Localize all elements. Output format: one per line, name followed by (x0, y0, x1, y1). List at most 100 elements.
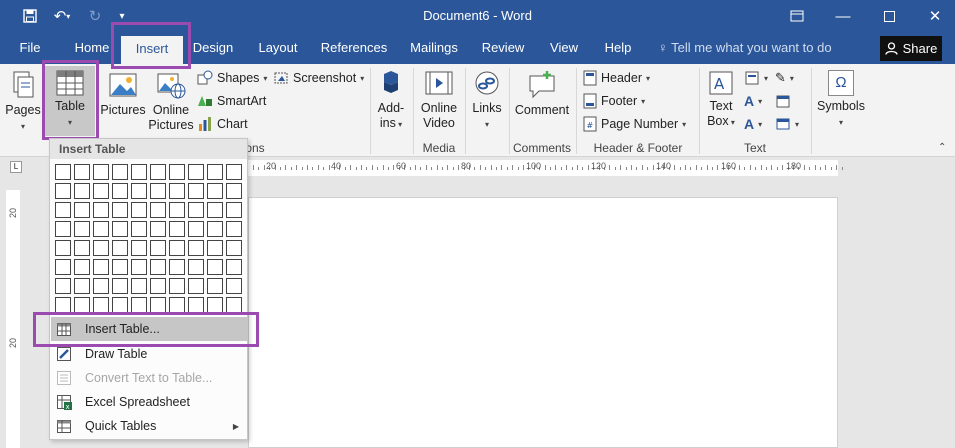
tab-help[interactable]: Help (600, 32, 636, 64)
grid-cell[interactable] (188, 164, 204, 180)
grid-cell[interactable] (207, 278, 223, 294)
grid-cell[interactable] (150, 297, 166, 313)
screenshot-button[interactable]: Screenshot ▾ (273, 70, 364, 86)
grid-cell[interactable] (74, 297, 90, 313)
date-time-button[interactable] (775, 93, 791, 109)
grid-cell[interactable] (55, 221, 71, 237)
grid-cell[interactable] (55, 297, 71, 313)
footer-button[interactable]: Footer ▾ (583, 93, 645, 109)
page-number-button[interactable]: # Page Number ▾ (583, 116, 686, 132)
tab-selector[interactable]: L (10, 161, 22, 173)
share-button[interactable]: Share (880, 36, 942, 61)
grid-cell[interactable] (188, 202, 204, 218)
grid-cell[interactable] (74, 221, 90, 237)
grid-cell[interactable] (131, 259, 147, 275)
grid-cell[interactable] (93, 240, 109, 256)
grid-cell[interactable] (207, 202, 223, 218)
grid-cell[interactable] (131, 164, 147, 180)
comment-button[interactable]: Comment (512, 70, 572, 118)
grid-cell[interactable] (74, 240, 90, 256)
grid-cell[interactable] (207, 240, 223, 256)
grid-cell[interactable] (207, 183, 223, 199)
grid-cell[interactable] (226, 221, 242, 237)
grid-cell[interactable] (150, 183, 166, 199)
grid-cell[interactable] (131, 202, 147, 218)
tell-me-search[interactable]: ♀ Tell me what you want to do (658, 32, 832, 64)
grid-cell[interactable] (93, 183, 109, 199)
grid-cell[interactable] (169, 164, 185, 180)
grid-cell[interactable] (131, 278, 147, 294)
collapse-ribbon-icon[interactable]: ⌃ (938, 142, 946, 153)
grid-cell[interactable] (169, 297, 185, 313)
grid-cell[interactable] (226, 240, 242, 256)
grid-cell[interactable] (93, 164, 109, 180)
online-video-button[interactable]: Online Video (416, 70, 462, 131)
wordart-button[interactable]: A ▾ (744, 93, 762, 109)
grid-cell[interactable] (188, 259, 204, 275)
grid-cell[interactable] (112, 240, 128, 256)
grid-cell[interactable] (55, 183, 71, 199)
grid-cell[interactable] (74, 164, 90, 180)
convert-text-to-table-item[interactable]: Convert Text to Table... (51, 366, 247, 390)
vertical-ruler[interactable]: 20 20 (6, 190, 20, 448)
grid-cell[interactable] (131, 297, 147, 313)
tab-review[interactable]: Review (479, 32, 527, 64)
grid-cell[interactable] (169, 259, 185, 275)
grid-cell[interactable] (112, 278, 128, 294)
grid-cell[interactable] (150, 164, 166, 180)
grid-cell[interactable] (207, 297, 223, 313)
grid-cell[interactable] (169, 240, 185, 256)
tab-references[interactable]: References (319, 32, 389, 64)
grid-cell[interactable] (112, 259, 128, 275)
online-pictures-button[interactable]: Online Pictures (148, 70, 194, 133)
grid-cell[interactable] (55, 240, 71, 256)
grid-cell[interactable] (226, 202, 242, 218)
drop-cap-button[interactable]: A ▾ (744, 116, 762, 132)
close-icon[interactable]: ✕ (912, 0, 955, 32)
grid-cell[interactable] (150, 278, 166, 294)
chart-button[interactable]: Chart (197, 116, 248, 132)
grid-cell[interactable] (188, 297, 204, 313)
grid-cell[interactable] (226, 259, 242, 275)
grid-cell[interactable] (131, 183, 147, 199)
grid-cell[interactable] (226, 164, 242, 180)
horizontal-ruler[interactable]: 20 40 60 80 100 120 140 160 180 (248, 160, 843, 176)
grid-cell[interactable] (55, 259, 71, 275)
tab-view[interactable]: View (544, 32, 584, 64)
grid-cell[interactable] (169, 183, 185, 199)
pages-button[interactable]: Pages ▾ (4, 70, 42, 134)
grid-cell[interactable] (131, 221, 147, 237)
header-button[interactable]: Header ▾ (583, 70, 650, 86)
document-page[interactable] (248, 197, 838, 448)
signature-line-button[interactable]: ✎ ▾ (775, 70, 794, 86)
tab-layout[interactable]: Layout (253, 32, 303, 64)
grid-cell[interactable] (226, 297, 242, 313)
grid-cell[interactable] (169, 202, 185, 218)
smartart-button[interactable]: SmartArt (197, 93, 266, 109)
grid-cell[interactable] (207, 164, 223, 180)
grid-cell[interactable] (188, 278, 204, 294)
grid-cell[interactable] (74, 183, 90, 199)
add-ins-button[interactable]: Add- ins ▾ (373, 70, 409, 132)
grid-cell[interactable] (188, 221, 204, 237)
grid-cell[interactable] (131, 240, 147, 256)
grid-cell[interactable] (226, 183, 242, 199)
grid-cell[interactable] (112, 202, 128, 218)
grid-cell[interactable] (169, 221, 185, 237)
grid-cell[interactable] (74, 202, 90, 218)
grid-cell[interactable] (55, 202, 71, 218)
grid-cell[interactable] (150, 202, 166, 218)
tab-mailings[interactable]: Mailings (404, 32, 464, 64)
grid-cell[interactable] (74, 259, 90, 275)
grid-cell[interactable] (188, 183, 204, 199)
grid-cell[interactable] (150, 240, 166, 256)
grid-cell[interactable] (188, 240, 204, 256)
tab-design[interactable]: Design (188, 32, 238, 64)
grid-cell[interactable] (93, 297, 109, 313)
grid-cell[interactable] (226, 278, 242, 294)
grid-cell[interactable] (93, 259, 109, 275)
ribbon-display-icon[interactable] (774, 0, 820, 32)
grid-cell[interactable] (169, 278, 185, 294)
grid-cell[interactable] (112, 297, 128, 313)
text-box-button[interactable]: A Text Box ▾ (702, 70, 740, 130)
